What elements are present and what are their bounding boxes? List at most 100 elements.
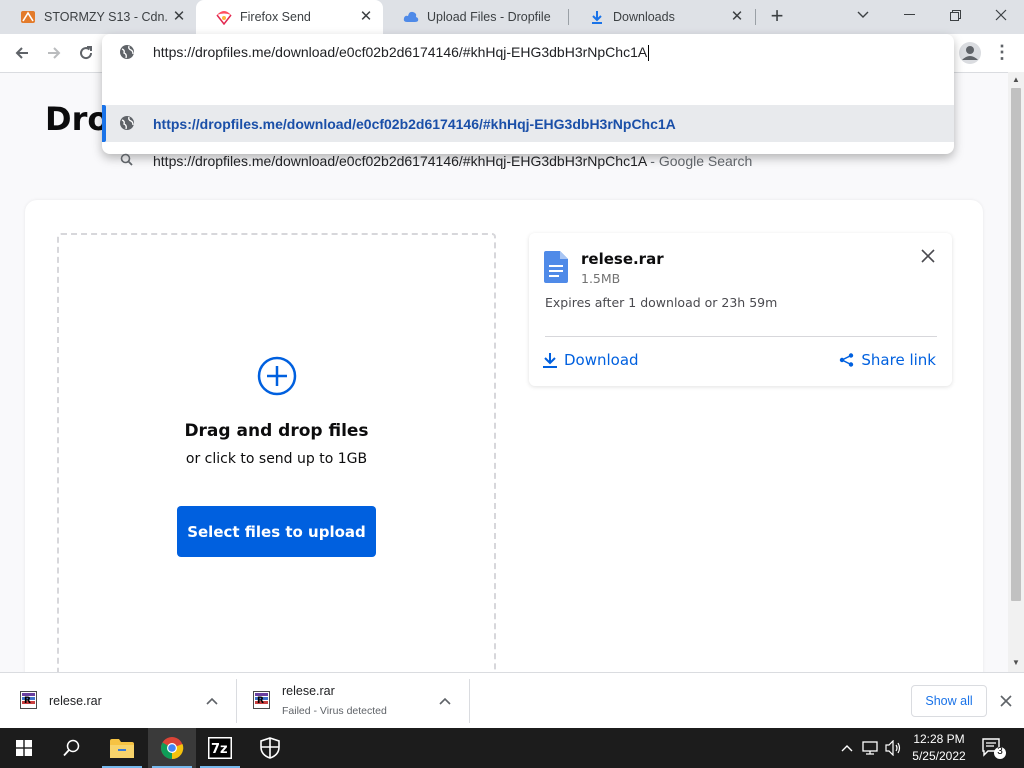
chrome-icon bbox=[161, 737, 184, 760]
tab-stormzy[interactable]: STORMZY S13 - Cdn.di ✕ bbox=[0, 0, 196, 34]
add-circle-icon[interactable] bbox=[257, 356, 297, 396]
address-bar[interactable]: https://dropfiles.me/download/e0cf02b2d6… bbox=[102, 34, 954, 71]
arrow-right-icon bbox=[48, 47, 61, 59]
share-label: Share link bbox=[861, 351, 936, 369]
show-all-button[interactable]: Show all bbox=[911, 685, 987, 717]
search-icon bbox=[119, 152, 135, 168]
share-link[interactable]: Share link bbox=[839, 351, 936, 369]
network-icon[interactable] bbox=[862, 738, 880, 758]
volume-icon[interactable] bbox=[885, 738, 903, 758]
divider bbox=[545, 336, 937, 337]
suggestion-suffix: - Google Search bbox=[646, 152, 753, 169]
chevron-down-icon bbox=[857, 11, 869, 18]
tab-search-button[interactable] bbox=[840, 0, 886, 30]
download-label: Download bbox=[564, 351, 639, 369]
site-favicon-icon bbox=[20, 9, 36, 25]
restore-button[interactable] bbox=[932, 0, 978, 30]
download-filename: relese.rar bbox=[49, 694, 102, 708]
download-item[interactable]: R relese.rar bbox=[0, 673, 236, 729]
scroll-down-arrow-icon[interactable]: ▼ bbox=[1008, 656, 1024, 670]
forward-button[interactable] bbox=[41, 40, 67, 66]
minimize-button[interactable] bbox=[886, 0, 932, 30]
arrow-left-icon bbox=[15, 47, 28, 59]
taskbar-security[interactable] bbox=[246, 728, 294, 768]
document-icon bbox=[544, 251, 568, 283]
taskbar-chrome[interactable] bbox=[148, 728, 196, 768]
start-button[interactable] bbox=[0, 728, 48, 768]
firefox-send-icon bbox=[216, 9, 232, 25]
shelf-divider bbox=[469, 679, 470, 723]
chevron-up-icon[interactable] bbox=[204, 693, 220, 709]
seven-zip-icon: 7z bbox=[208, 737, 232, 759]
tab-title: Downloads bbox=[613, 10, 675, 24]
download-status: Failed - Virus detected bbox=[282, 705, 387, 717]
download-item[interactable]: R relese.rar Failed - Virus detected bbox=[237, 673, 469, 729]
menu-kebab-icon[interactable]: ⋮ bbox=[992, 41, 1012, 65]
show-hidden-icons-chevron-icon[interactable] bbox=[838, 738, 856, 758]
address-input[interactable]: https://dropfiles.me/download/e0cf02b2d6… bbox=[153, 44, 650, 62]
back-button[interactable] bbox=[9, 40, 35, 66]
scrollbar-thumb[interactable] bbox=[1011, 88, 1021, 601]
cloud-icon bbox=[403, 9, 419, 25]
restore-icon bbox=[949, 9, 961, 21]
close-tab-icon[interactable]: ✕ bbox=[729, 9, 745, 25]
tab-strip: STORMZY S13 - Cdn.di ✕ Firefox Send ✕ Up… bbox=[0, 0, 1024, 34]
send-card: Drag and drop files or click to send up … bbox=[25, 200, 983, 672]
svg-text:R: R bbox=[24, 696, 31, 706]
page-scrollbar[interactable]: ▲ ▼ bbox=[1008, 72, 1024, 672]
download-filename: relese.rar bbox=[282, 684, 335, 698]
download-shelf: R relese.rar R relese.rar Failed - Virus… bbox=[0, 672, 1024, 728]
close-icon[interactable] bbox=[998, 693, 1014, 709]
dropzone-title: Drag and drop files bbox=[184, 421, 369, 441]
tab-upload-files[interactable]: Upload Files - Dropfile bbox=[383, 0, 568, 34]
reload-button[interactable] bbox=[73, 40, 99, 66]
select-files-button[interactable]: Select files to upload bbox=[177, 506, 376, 557]
profile-avatar[interactable] bbox=[958, 41, 982, 65]
rar-file-icon: R bbox=[253, 691, 270, 709]
selection-indicator bbox=[102, 105, 106, 142]
taskbar-7zip[interactable]: 7z bbox=[196, 728, 244, 768]
close-tab-icon[interactable]: ✕ bbox=[171, 9, 187, 25]
windows-taskbar: 7z 12:28 PM 5/25/2022 3 bbox=[0, 728, 1024, 768]
scroll-up-arrow-icon[interactable]: ▲ bbox=[1008, 73, 1024, 87]
new-tab-button[interactable]: + bbox=[766, 5, 788, 28]
tab-firefox-send[interactable]: Firefox Send ✕ bbox=[196, 0, 383, 34]
tab-title: Upload Files - Dropfile bbox=[427, 10, 551, 24]
taskbar-file-explorer[interactable] bbox=[98, 728, 146, 768]
tab-downloads[interactable]: Downloads ✕ bbox=[569, 0, 754, 34]
shield-icon bbox=[260, 737, 280, 759]
omnibox-dropdown: https://dropfiles.me/download/e0cf02b2d6… bbox=[102, 34, 954, 169]
dropzone-subtitle: or click to send up to 1GB bbox=[185, 451, 368, 467]
chevron-up-icon[interactable] bbox=[437, 693, 453, 709]
file-name: relese.rar bbox=[581, 250, 664, 268]
omnibox-suggestion[interactable]: https://dropfiles.me/download/e0cf02b2d6… bbox=[102, 105, 954, 142]
suggestion-query: https://dropfiles.me/download/e0cf02b2d6… bbox=[153, 152, 647, 169]
notification-count: 3 bbox=[997, 746, 1003, 757]
clock-date: 5/25/2022 bbox=[912, 749, 966, 763]
tab-title: STORMZY S13 - Cdn.di bbox=[44, 10, 167, 24]
close-icon bbox=[995, 9, 1007, 21]
tab-divider bbox=[755, 9, 756, 25]
rar-file-icon: R bbox=[20, 691, 37, 709]
suggestion-text: https://dropfiles.me/download/e0cf02b2d6… bbox=[153, 153, 752, 169]
action-center-button[interactable]: 3 bbox=[980, 736, 1006, 760]
expiry-text: Expires after 1 download or 23h 59m bbox=[545, 295, 778, 310]
close-window-button[interactable] bbox=[978, 0, 1024, 30]
drop-zone[interactable]: Drag and drop files or click to send up … bbox=[57, 233, 496, 672]
taskbar-clock[interactable]: 12:28 PM 5/25/2022 bbox=[906, 731, 972, 765]
close-icon[interactable] bbox=[920, 248, 936, 264]
omnibox-suggestion[interactable]: https://dropfiles.me/download/e0cf02b2d6… bbox=[102, 142, 954, 179]
tab-title: Firefox Send bbox=[240, 10, 311, 24]
search-icon bbox=[63, 739, 80, 757]
close-tab-icon[interactable]: ✕ bbox=[358, 9, 374, 25]
taskbar-search-button[interactable] bbox=[48, 728, 96, 768]
download-icon bbox=[589, 9, 605, 25]
text-caret bbox=[648, 45, 650, 62]
reload-icon bbox=[80, 46, 93, 60]
uploaded-file-card: relese.rar 1.5MB Expires after 1 downloa… bbox=[529, 233, 952, 386]
download-icon bbox=[543, 353, 557, 368]
profile-icon bbox=[959, 42, 981, 64]
folder-icon bbox=[110, 739, 134, 758]
download-link[interactable]: Download bbox=[543, 351, 639, 369]
svg-text:R: R bbox=[257, 696, 264, 706]
